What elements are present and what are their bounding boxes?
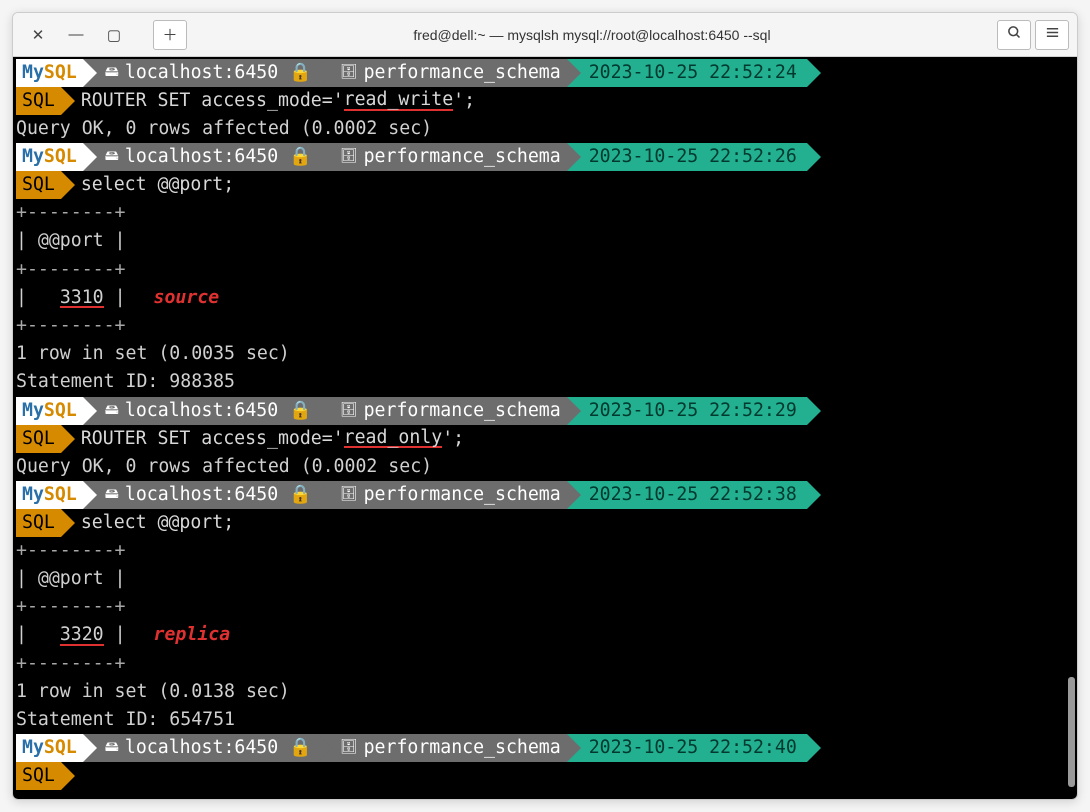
table-border: +--------+	[16, 593, 1077, 621]
database-icon: 🗄	[340, 400, 358, 422]
output-line: Query OK, 0 rows affected (0.0002 sec)	[16, 115, 1077, 143]
server-icon: 🖴	[105, 484, 119, 506]
titlebar: ✕ — ▢ ＋ fred@dell:~ — mysqlsh mysql://ro…	[13, 13, 1077, 57]
command-text: select @@port;	[61, 509, 234, 537]
host-segment: 🖴localhost:6450 🔒	[83, 397, 318, 425]
minimize-button[interactable]: —	[59, 20, 93, 50]
host-segment: 🖴localhost:6450 🔒	[83, 143, 318, 171]
search-icon	[1007, 25, 1022, 44]
hamburger-icon	[1045, 25, 1060, 44]
lock-icon: 🔒	[289, 397, 312, 425]
sql-badge: SQL	[16, 87, 61, 115]
lock-icon: 🔒	[289, 481, 312, 509]
database-icon: 🗄	[340, 146, 358, 168]
prompt-row: MySQL 🖴localhost:6450 🔒 🗄performance_sch…	[16, 734, 1077, 762]
table-border: +--------+	[16, 312, 1077, 340]
table-row: | 3320 |replica	[16, 621, 1077, 649]
command-text: select @@port;	[61, 171, 234, 199]
table-border: +--------+	[16, 537, 1077, 565]
database-icon: 🗄	[340, 484, 358, 506]
maximize-button[interactable]: ▢	[97, 20, 131, 50]
output-line: Query OK, 0 rows affected (0.0002 sec)	[16, 453, 1077, 481]
annotation-replica: replica	[154, 624, 231, 645]
timestamp-segment: 2023-10-25 22:52:29	[567, 397, 807, 425]
table-header: | @@port |	[16, 227, 1077, 255]
sql-badge: SQL	[16, 509, 61, 537]
sql-input-row: SQL select @@port;	[16, 171, 1077, 199]
schema-segment: 🗄performance_schema	[318, 481, 567, 509]
prompt-row: MySQL 🖴localhost:6450 🔒 🗄performance_sch…	[16, 59, 1077, 87]
annotation-source: source	[154, 287, 220, 308]
prompt-row: MySQL 🖴localhost:6450 🔒 🗄performance_sch…	[16, 481, 1077, 509]
timestamp-segment: 2023-10-25 22:52:38	[567, 481, 807, 509]
table-border: +--------+	[16, 199, 1077, 227]
terminal-window: ✕ — ▢ ＋ fred@dell:~ — mysqlsh mysql://ro…	[12, 12, 1078, 800]
sql-input-row: SQL select @@port;	[16, 509, 1077, 537]
command-text: ROUTER SET access_mode='read_only';	[61, 425, 464, 453]
terminal-body[interactable]: MySQL 🖴localhost:6450 🔒 🗄performance_sch…	[13, 57, 1077, 799]
timestamp-segment: 2023-10-25 22:52:24	[567, 59, 807, 87]
brand-badge: MySQL	[16, 143, 83, 171]
host-segment: 🖴localhost:6450 🔒	[83, 734, 318, 762]
schema-segment: 🗄performance_schema	[318, 59, 567, 87]
server-icon: 🖴	[105, 737, 119, 759]
prompt-row: MySQL 🖴localhost:6450 🔒 🗄performance_sch…	[16, 143, 1077, 171]
output-line: Statement ID: 654751	[16, 706, 1077, 734]
server-icon: 🖴	[105, 146, 119, 168]
database-icon: 🗄	[340, 737, 358, 759]
schema-segment: 🗄performance_schema	[318, 734, 567, 762]
server-icon: 🖴	[105, 62, 119, 84]
schema-segment: 🗄performance_schema	[318, 143, 567, 171]
brand-badge: MySQL	[16, 397, 83, 425]
host-segment: 🖴localhost:6450 🔒	[83, 59, 318, 87]
table-header: | @@port |	[16, 565, 1077, 593]
scrollbar-thumb[interactable]	[1068, 677, 1075, 787]
sql-badge: SQL	[16, 762, 61, 790]
timestamp-segment: 2023-10-25 22:52:26	[567, 143, 807, 171]
close-button[interactable]: ✕	[21, 20, 55, 50]
table-row: | 3310 |source	[16, 284, 1077, 312]
output-line: 1 row in set (0.0035 sec)	[16, 340, 1077, 368]
output-line: 1 row in set (0.0138 sec)	[16, 678, 1077, 706]
brand-badge: MySQL	[16, 481, 83, 509]
schema-segment: 🗄performance_schema	[318, 397, 567, 425]
prompt-row: MySQL 🖴localhost:6450 🔒 🗄performance_sch…	[16, 397, 1077, 425]
table-border: +--------+	[16, 650, 1077, 678]
command-text: ROUTER SET access_mode='read_write';	[61, 87, 475, 115]
window-title: fred@dell:~ — mysqlsh mysql://root@local…	[191, 27, 993, 43]
lock-icon: 🔒	[289, 143, 312, 171]
timestamp-segment: 2023-10-25 22:52:40	[567, 734, 807, 762]
server-icon: 🖴	[105, 400, 119, 422]
host-segment: 🖴localhost:6450 🔒	[83, 481, 318, 509]
lock-icon: 🔒	[289, 59, 312, 87]
sql-input-row: SQL ROUTER SET access_mode='read_only';	[16, 425, 1077, 453]
table-border: +--------+	[16, 256, 1077, 284]
search-button[interactable]	[997, 20, 1031, 50]
brand-badge: MySQL	[16, 734, 83, 762]
sql-input-row[interactable]: SQL	[16, 762, 1077, 790]
database-icon: 🗄	[340, 62, 358, 84]
sql-badge: SQL	[16, 171, 61, 199]
sql-input-row: SQL ROUTER SET access_mode='read_write';	[16, 87, 1077, 115]
sql-badge: SQL	[16, 425, 61, 453]
lock-icon: 🔒	[289, 734, 312, 762]
output-line: Statement ID: 988385	[16, 368, 1077, 396]
brand-badge: MySQL	[16, 59, 83, 87]
menu-button[interactable]	[1035, 20, 1069, 50]
new-tab-button[interactable]: ＋	[153, 20, 187, 50]
